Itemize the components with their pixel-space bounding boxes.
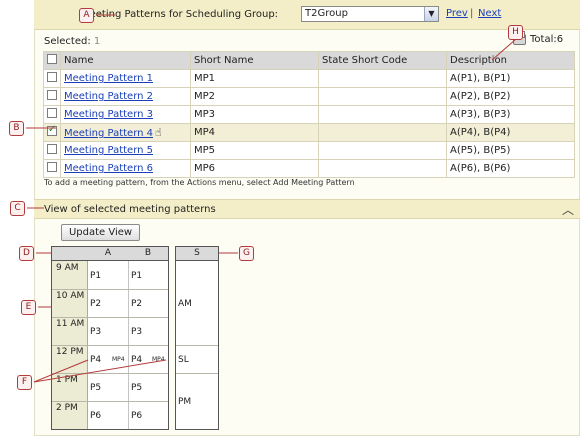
callout-arrows (26, 14, 516, 383)
callout-badge: H (508, 25, 523, 40)
callout-badge: A (79, 8, 94, 23)
callout-badge: E (21, 300, 36, 315)
callout-badge: C (10, 201, 25, 216)
callout-badge: F (17, 375, 32, 390)
callout-badge: G (239, 246, 254, 261)
callout-badge: B (9, 121, 24, 136)
callout-badge: D (19, 246, 34, 261)
